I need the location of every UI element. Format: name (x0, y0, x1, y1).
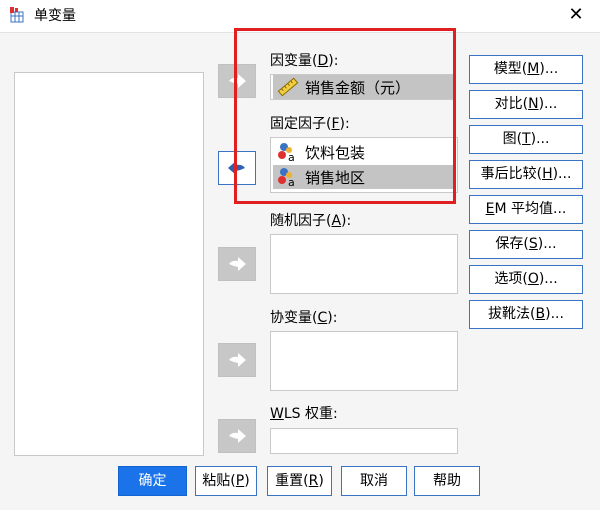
post-hoc-button[interactable]: 事后比较(H)... (469, 160, 583, 189)
move-to-wls-weight-button[interactable] (218, 419, 256, 453)
contrasts-button[interactable]: 对比(N)... (469, 90, 583, 119)
options-button[interactable]: 选项(O)... (469, 265, 583, 294)
covariate-list[interactable] (270, 331, 458, 391)
bootstrap-button[interactable]: 拔靴法(B)... (469, 300, 583, 329)
window-title: 单变量 (34, 8, 76, 24)
arrow-right-icon (229, 257, 246, 271)
random-factor-list[interactable] (270, 234, 458, 294)
arrow-right-icon (229, 429, 246, 443)
ok-button[interactable]: 确定 (118, 466, 187, 496)
cancel-button[interactable]: 取消 (341, 466, 407, 496)
reset-button[interactable]: 重置(R) (267, 466, 332, 496)
move-to-random-factor-button[interactable] (218, 247, 256, 281)
model-button[interactable]: 模型(M)... (469, 55, 583, 84)
save-button[interactable]: 保存(S)... (469, 230, 583, 259)
move-to-covariate-button[interactable] (218, 343, 256, 377)
plots-button[interactable]: 图(T)... (469, 125, 583, 154)
help-button[interactable]: 帮助 (414, 466, 480, 496)
em-means-button[interactable]: EM 平均值... (469, 195, 583, 224)
covariate-label: 协变量(C): (270, 310, 338, 326)
arrow-right-icon (229, 353, 246, 367)
source-variable-list[interactable] (14, 72, 204, 456)
wls-weight-label: WLS 权重: (270, 406, 338, 422)
wls-weight-field[interactable] (270, 428, 458, 454)
random-factor-label: 随机因子(A): (270, 213, 352, 229)
close-icon[interactable]: ✕ (566, 6, 586, 26)
app-icon (10, 7, 26, 23)
paste-button[interactable]: 粘贴(P) (195, 466, 257, 496)
annotation-highlight-box (234, 28, 456, 204)
